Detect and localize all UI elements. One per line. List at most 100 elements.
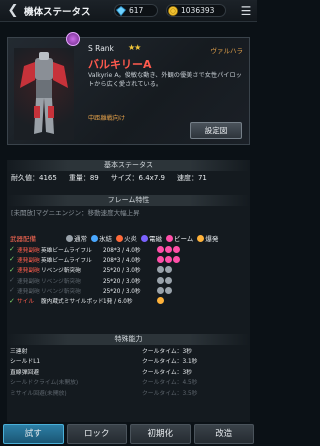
ability-name: 三連射: [10, 348, 28, 355]
coin-count: 1036393: [181, 6, 215, 15]
ability-name: シールドクライム(未開放): [10, 380, 79, 387]
weapon-row[interactable]: ✓ 速発副砲 リベンジ斬突砲 25*20 / 3.0秒: [7, 285, 250, 295]
weapon-element-dots: [157, 286, 173, 294]
weapon-name: 英雄ビームライフル: [41, 257, 92, 264]
stat-durability: 耐久値：4165: [11, 174, 57, 182]
weapon-stat: 25*20 / 3.0秒: [103, 288, 141, 295]
weapon-stat: 25*20 / 3.0秒: [103, 278, 141, 285]
legend-beam: ビーム: [166, 233, 193, 243]
gem-counter[interactable]: 617: [114, 4, 158, 17]
ability-cooldown: クールタイム：3.5秒: [142, 390, 198, 397]
ability-cooldown: クールタイム：3秒: [142, 369, 192, 376]
weapon-element-dots: [157, 266, 173, 274]
back-arrow-icon[interactable]: ❮: [4, 2, 22, 20]
ability-row: ミサイル回避(未開放) クールタイム：3.5秒: [7, 387, 250, 398]
mech-rank: S Rank: [88, 44, 114, 53]
section-title-frame: フレーム特性: [7, 195, 250, 206]
ability-row: シールドクライム(未開放) クールタイム：4.5秒: [7, 377, 250, 388]
ability-row: 三連射 クールタイム：3秒: [7, 345, 250, 356]
ability-row: 直線弾回避 クールタイム：3秒: [7, 366, 250, 377]
stat-weight: 重量：89: [68, 174, 99, 182]
weapon-stat: 1発 / 6.0秒: [103, 299, 133, 306]
coin-counter[interactable]: 1036393: [166, 4, 226, 17]
beam-element-icon: [166, 234, 173, 242]
basic-stats-row: 耐久値：4165 重量：89 サイズ：6.4x7.9 速度：71: [7, 171, 250, 185]
weapon-name: リベンジ斬突砲: [41, 288, 81, 295]
page-title: 機体ステータス: [24, 6, 91, 18]
weapon-row[interactable]: ✓ 速発副砲 リベンジ斬突砲 25*20 / 3.0秒: [7, 265, 250, 275]
weapon-type: 速発副砲: [17, 257, 40, 264]
ability-row: シールドL1 クールタイム：3.1秒: [7, 356, 250, 367]
weapon-row[interactable]: ✓ サイル 腹内蔵式ミサイルポッド 1発 / 6.0秒: [7, 295, 250, 305]
ability-cooldown: クールタイム：3秒: [142, 348, 192, 355]
weapon-name: 英雄ビームライフル: [41, 247, 92, 254]
menu-icon[interactable]: ☰: [239, 4, 253, 18]
weapon-stat: 208*3 / 4.0秒: [103, 247, 141, 254]
gem-count: 617: [129, 6, 144, 15]
modify-button[interactable]: 改造: [193, 424, 254, 444]
check-icon: ✓: [9, 296, 15, 305]
check-icon: ✓: [9, 286, 15, 295]
mech-figure: [20, 52, 68, 134]
ability-cooldown: クールタイム：3.1秒: [142, 359, 198, 366]
check-icon: ✓: [9, 276, 15, 285]
basic-status-section: 基本ステータス 耐久値：4165 重量：89 サイズ：6.4x7.9 速度：71: [7, 160, 250, 185]
legend-normal: 通常: [66, 233, 87, 243]
weapon-type: 速発副砲: [17, 288, 40, 295]
mech-name: バルキリーA: [88, 58, 152, 71]
lock-button[interactable]: ロック: [66, 424, 127, 444]
weapon-type: 速発副砲: [17, 268, 40, 275]
stat-size: サイズ：6.4x7.9: [110, 174, 165, 182]
ability-cooldown: クールタイム：4.5秒: [142, 380, 198, 387]
electric-element-icon: [141, 234, 148, 242]
normal-element-icon: [66, 234, 73, 242]
ability-name: シールドL1: [10, 359, 41, 366]
mech-info-card: S Rank ★★ ヴァルハラ バルキリーA Valkyrie A。俊敏な動き、…: [7, 32, 250, 145]
weapon-element-dots: [157, 245, 181, 253]
ability-name: ミサイル回避(未開放): [10, 390, 67, 397]
explosion-element-icon: [197, 234, 205, 242]
weapon-row[interactable]: ✓ 速発副砲 英雄ビームライフル 208*3 / 4.0秒: [7, 244, 250, 254]
weapon-name: リベンジ斬突砲: [41, 268, 81, 275]
fire-element-icon: [116, 234, 123, 242]
section-title-special: 特殊能力: [7, 334, 250, 345]
weapon-type: 速発副砲: [17, 247, 40, 254]
try-button[interactable]: 試す: [3, 424, 64, 444]
weapon-name: 腹内蔵式ミサイルポッド: [41, 299, 103, 306]
weapon-header: 武器配備 通常 氷結 火炎 電磁 ビーム 爆発: [7, 232, 250, 244]
frame-trait-section: フレーム特性 [未開放]マグニエンジン：移動速度大幅上昇: [7, 195, 250, 220]
check-icon: ✓: [9, 245, 15, 254]
weapon-stat: 25*20 / 3.0秒: [103, 268, 141, 275]
mech-role-tag: 中距離戦向け: [88, 115, 126, 122]
bottom-action-bar: 試す ロック 初期化 改造: [0, 422, 257, 446]
coin-icon: [168, 5, 178, 16]
legend-explosion: 爆発: [197, 233, 218, 243]
weapon-type: サイル: [17, 299, 35, 306]
gem-icon: [116, 5, 126, 16]
stats-panel: 基本ステータス 耐久値：4165 重量：89 サイズ：6.4x7.9 速度：71…: [7, 160, 250, 422]
weapon-type: 速発副砲: [17, 278, 40, 285]
reset-button[interactable]: 初期化: [130, 424, 191, 444]
weapon-element-dots: [157, 297, 165, 305]
blueprint-button[interactable]: 設定図: [190, 122, 242, 139]
weapon-element-dots: [157, 276, 173, 284]
frame-trait-text: [未開放]マグニエンジン：移動速度大幅上昇: [11, 209, 140, 217]
element-legend: 通常 氷結 火炎 電磁 ビーム 爆発: [66, 233, 222, 243]
special-ability-section: 特殊能力 三連射 クールタイム：3秒 シールドL1 クールタイム：3.1秒 直線…: [7, 334, 250, 398]
weapon-row[interactable]: ✓ 速発副砲 英雄ビームライフル 208*3 / 4.0秒: [7, 254, 250, 264]
mech-description: Valkyrie A。俊敏な動き、外観の優美さで女性パイロットから広く愛されてい…: [88, 72, 242, 88]
section-title-basic: 基本ステータス: [7, 160, 250, 171]
stat-speed: 速度：71: [176, 174, 207, 182]
ability-name: 直線弾回避: [10, 369, 39, 376]
mech-portrait: [14, 48, 74, 140]
weapon-stat: 208*3 / 4.0秒: [103, 257, 141, 264]
legend-electric: 電磁: [141, 233, 162, 243]
check-icon: ✓: [9, 265, 15, 274]
top-bar: ❮ 機体ステータス 617 1036393 ☰: [0, 0, 257, 22]
weapon-row[interactable]: ✓ 速発副砲 リベンジ斬突砲 25*20 / 3.0秒: [7, 275, 250, 285]
weapon-element-dots: [157, 255, 181, 263]
ice-element-icon: [91, 234, 98, 242]
legend-ice: 氷結: [91, 233, 112, 243]
legend-fire: 火炎: [116, 233, 137, 243]
mech-maker: ヴァルハラ: [210, 47, 244, 55]
